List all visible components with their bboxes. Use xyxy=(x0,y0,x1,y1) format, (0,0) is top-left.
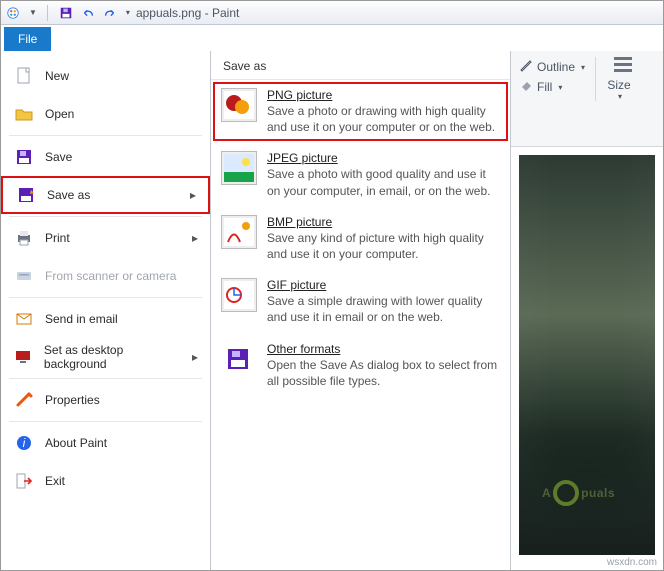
ribbon-fill-label: Fill xyxy=(537,80,552,94)
menu-new-label: New xyxy=(45,69,69,83)
fill-icon xyxy=(519,79,533,96)
email-icon xyxy=(13,308,35,330)
open-icon xyxy=(13,103,35,125)
menu-save[interactable]: Save xyxy=(1,138,210,176)
saveas-other[interactable]: Other formats Open the Save As dialog bo… xyxy=(211,334,510,397)
saveas-other-desc: Open the Save As dialog box to select fr… xyxy=(267,357,500,389)
jpeg-icon xyxy=(221,151,257,185)
ribbon-fragment: Outline ▾ Fill ▾ Size ▾ xyxy=(511,51,663,147)
new-icon xyxy=(13,65,35,87)
menu-save-as[interactable]: Save as ▸ xyxy=(1,176,210,214)
file-tab-label: File xyxy=(18,32,37,46)
menu-about-label: About Paint xyxy=(45,436,107,450)
main-area: New Open Save Save as ▸ Print ▸ From sca… xyxy=(1,51,663,570)
dropdown-icon: ▾ xyxy=(581,63,585,72)
saveas-png-desc: Save a photo or drawing with high qualit… xyxy=(267,103,500,135)
menu-email[interactable]: Send in email xyxy=(1,300,210,338)
saveas-gif-title: GIF picture xyxy=(267,278,500,292)
chevron-right-icon: ▸ xyxy=(192,350,198,364)
outline-icon xyxy=(519,59,533,76)
saveas-bmp-title: BMP picture xyxy=(267,215,500,229)
dropdown-icon[interactable]: ▾ xyxy=(618,92,622,101)
menu-exit-label: Exit xyxy=(45,474,65,488)
saveas-gif-desc: Save a simple drawing with lower quality… xyxy=(267,293,500,325)
svg-text:i: i xyxy=(23,436,26,450)
png-icon xyxy=(221,88,257,122)
menu-scanner-label: From scanner or camera xyxy=(45,269,176,283)
watermark: A puals xyxy=(542,480,615,506)
menu-print-label: Print xyxy=(45,231,70,245)
ribbon-outline-label: Outline xyxy=(537,60,575,74)
dropdown-icon: ▾ xyxy=(558,83,562,92)
menu-scanner: From scanner or camera xyxy=(1,257,210,295)
qat-dropdown-icon[interactable]: ▾ xyxy=(126,8,130,17)
menu-properties-label: Properties xyxy=(45,393,100,407)
watermark-left: A xyxy=(542,486,551,500)
menu-background-label: Set as desktop background xyxy=(44,343,182,371)
bmp-icon xyxy=(221,215,257,249)
gif-icon xyxy=(221,278,257,312)
quick-access-toolbar: ▼ ▾ xyxy=(5,5,130,21)
save-icon[interactable] xyxy=(58,5,74,21)
file-menu: New Open Save Save as ▸ Print ▸ From sca… xyxy=(1,51,211,570)
print-icon xyxy=(13,227,35,249)
menu-save-as-label: Save as xyxy=(47,188,90,202)
menu-properties[interactable]: Properties xyxy=(1,381,210,419)
menu-exit[interactable]: Exit xyxy=(1,462,210,500)
scanner-icon xyxy=(13,265,35,287)
chevron-right-icon: ▸ xyxy=(190,188,196,202)
ribbon-fill[interactable]: Fill ▾ xyxy=(519,77,585,97)
saveas-gif[interactable]: GIF picture Save a simple drawing with l… xyxy=(211,270,510,333)
menu-open[interactable]: Open xyxy=(1,95,210,133)
watermark-ring-icon xyxy=(553,480,579,506)
undo-icon[interactable] xyxy=(80,5,96,21)
menu-email-label: Send in email xyxy=(45,312,118,326)
menu-open-label: Open xyxy=(45,107,74,121)
about-icon: i xyxy=(13,432,35,454)
ribbon-size-label: Size xyxy=(607,78,630,92)
paint-app-icon xyxy=(5,5,21,21)
save-as-header: Save as xyxy=(211,51,510,80)
menu-about[interactable]: i About Paint xyxy=(1,424,210,462)
properties-icon xyxy=(13,389,35,411)
menu-background[interactable]: Set as desktop background ▸ xyxy=(1,338,210,376)
file-tab[interactable]: File xyxy=(4,27,51,51)
saveas-jpeg[interactable]: JPEG picture Save a photo with good qual… xyxy=(211,143,510,206)
saveas-other-title: Other formats xyxy=(267,342,500,356)
title-bar: ▼ ▾ appuals.png - Paint xyxy=(1,1,663,25)
other-formats-icon xyxy=(221,342,257,376)
menu-save-label: Save xyxy=(45,150,72,164)
save-as-icon xyxy=(15,184,37,206)
exit-icon xyxy=(13,470,35,492)
saveas-png-title: PNG picture xyxy=(267,88,500,102)
saveas-png[interactable]: PNG picture Save a photo or drawing with… xyxy=(211,80,510,143)
saveas-bmp[interactable]: BMP picture Save any kind of picture wit… xyxy=(211,207,510,270)
credit: wsxdn.com xyxy=(607,557,657,568)
window-title: appuals.png - Paint xyxy=(136,6,239,20)
saveas-jpeg-desc: Save a photo with good quality and use i… xyxy=(267,166,500,198)
watermark-right: puals xyxy=(581,486,615,500)
chevron-right-icon: ▸ xyxy=(192,231,198,245)
ribbon-outline[interactable]: Outline ▾ xyxy=(519,57,585,77)
menu-new[interactable]: New xyxy=(1,57,210,95)
menu-print[interactable]: Print ▸ xyxy=(1,219,210,257)
saveas-jpeg-title: JPEG picture xyxy=(267,151,500,165)
redo-icon[interactable] xyxy=(102,5,118,21)
save-as-panel: Save as PNG picture Save a photo or draw… xyxy=(211,51,511,570)
saveas-bmp-desc: Save any kind of picture with high quali… xyxy=(267,230,500,262)
save-file-icon xyxy=(13,146,35,168)
app-menu-dropdown-icon[interactable]: ▼ xyxy=(29,8,37,17)
desktop-icon xyxy=(13,346,34,368)
size-icon[interactable] xyxy=(614,57,632,72)
